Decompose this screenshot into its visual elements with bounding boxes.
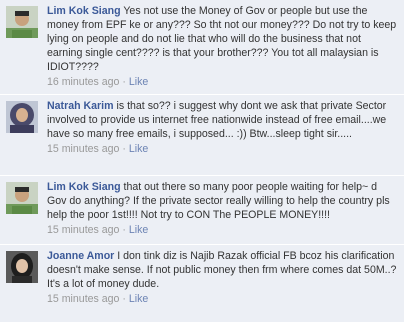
meta-separator: · [122,143,126,155]
like-button[interactable]: Like [129,224,148,236]
comment-body: Joanne Amor I don tink diz is Najib Raza… [47,249,398,306]
comment-feed: Lim Kok Siang Yes not use the Money of G… [0,0,404,322]
comment-timestamp[interactable]: 16 minutes ago [47,76,119,88]
avatar-photo-icon [6,101,38,133]
comment-item: Lim Kok Siang Yes not use the Money of G… [0,0,404,95]
meta-separator: · [122,293,126,305]
comment-author-link[interactable]: Lim Kok Siang [47,5,121,17]
avatar-photo-icon [6,251,38,283]
comment-meta: 16 minutes ago · Like [47,75,398,89]
like-button[interactable]: Like [129,76,148,88]
avatar-photo-icon [6,182,38,214]
like-button[interactable]: Like [129,143,148,155]
comment-timestamp[interactable]: 15 minutes ago [47,143,119,155]
avatar[interactable] [6,251,38,283]
meta-separator: · [122,76,126,88]
avatar[interactable] [6,6,38,38]
comment-timestamp[interactable]: 15 minutes ago [47,293,119,305]
comment-author-link[interactable]: Joanne Amor [47,250,114,262]
meta-separator: · [122,224,126,236]
comment-body: Natrah Karim is that so?? i suggest why … [47,99,398,156]
comment-body: Lim Kok Siang Yes not use the Money of G… [47,4,398,89]
comment-item: Lim Kok Siang that out there so many poo… [0,176,404,245]
avatar-photo-icon [6,6,38,38]
comment-item: Natrah Karim is that so?? i suggest why … [0,95,404,176]
comment-author-link[interactable]: Lim Kok Siang [47,181,121,193]
avatar[interactable] [6,182,38,214]
comment-timestamp[interactable]: 15 minutes ago [47,224,119,236]
comment-body: Lim Kok Siang that out there so many poo… [47,180,398,237]
comment-item: Joanne Amor I don tink diz is Najib Raza… [0,245,404,322]
comment-meta: 15 minutes ago · Like [47,223,398,237]
comment-meta: 15 minutes ago · Like [47,292,398,306]
comment-author-link[interactable]: Natrah Karim [47,100,114,112]
comment-meta: 15 minutes ago · Like [47,142,398,156]
like-button[interactable]: Like [129,293,148,305]
avatar[interactable] [6,101,38,133]
